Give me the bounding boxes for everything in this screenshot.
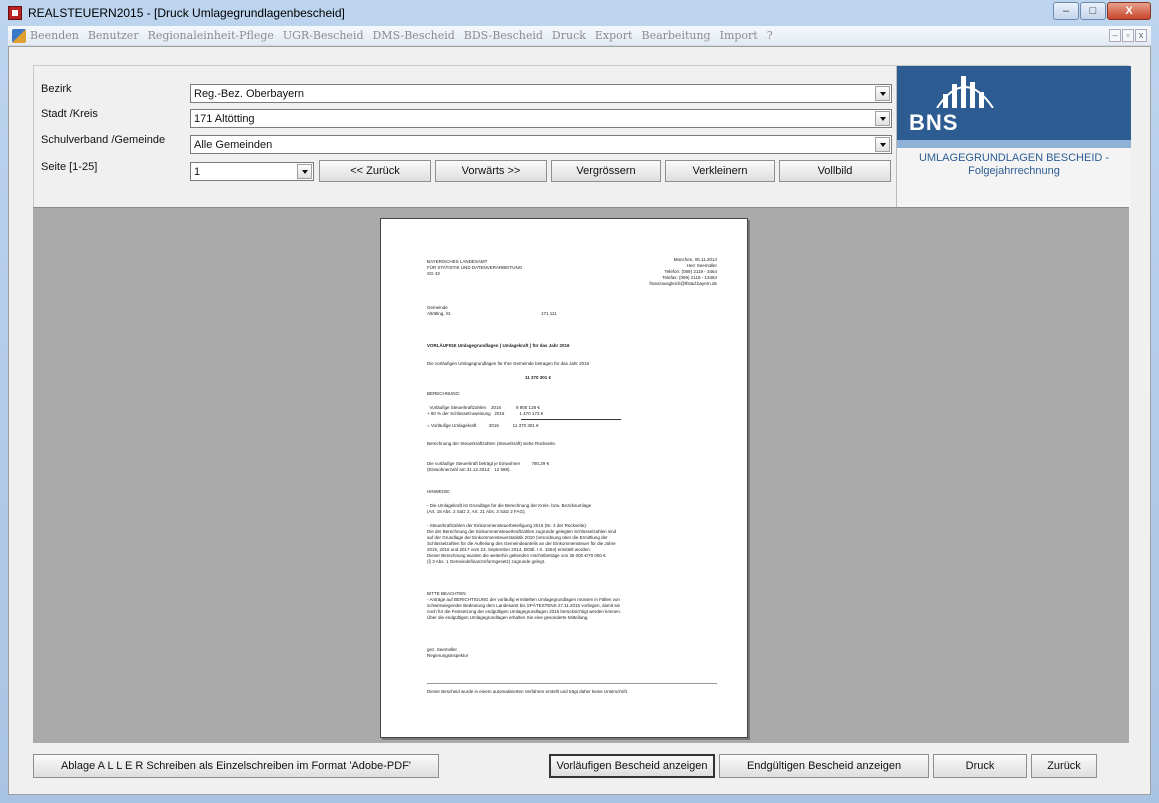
close-button[interactable]: X xyxy=(1107,2,1151,20)
doc-intro: Die vorläufigen Umlagegrundlagen für Ihr… xyxy=(427,361,590,366)
minimize-button[interactable]: – xyxy=(1053,2,1079,20)
logo-band xyxy=(897,140,1131,148)
chevron-down-icon[interactable] xyxy=(875,137,890,152)
schulverband-select[interactable]: Alle Gemeinden xyxy=(190,135,892,154)
menu-bar: Beenden Benutzer Regionaleinheit-Pflege … xyxy=(8,26,1151,46)
client-area: Bezirk Reg.-Bez. Oberbayern Stadt /Kreis… xyxy=(8,46,1151,795)
doc-calc-lines: Vorläufige Steuerkraftzahlen 2016 9 900 … xyxy=(427,405,544,428)
mdi-close-button[interactable]: x xyxy=(1135,29,1147,42)
window-controls: – □ X xyxy=(1052,2,1151,20)
doc-total: 11 370 301 € xyxy=(525,375,552,380)
doc-footer-rule xyxy=(427,683,717,684)
menu-dms-bescheid[interactable]: DMS-Bescheid xyxy=(372,29,454,42)
bezirk-select[interactable]: Reg.-Bez. Oberbayern xyxy=(190,84,892,103)
menu-regionaleinheit-pflege[interactable]: Regionaleinheit-Pflege xyxy=(148,29,274,42)
logo-caption-line1: UMLAGEGRUNDLAGEN BESCHEID - xyxy=(918,152,1110,164)
doc-footer: Dieser Bescheid wurde in einem automatis… xyxy=(427,689,629,694)
shrink-button[interactable]: Verkleinern xyxy=(665,160,775,182)
show-preliminary-button[interactable]: Vorläufigen Bescheid anzeigen xyxy=(549,754,715,778)
doc-per-capita: Die vorläufige Steuerkraft beträgt je Ei… xyxy=(427,461,550,472)
document-page[interactable]: BAYERISCHES LANDESAMT FÜR STATISTIK UND … xyxy=(380,218,748,738)
columns-icon xyxy=(936,76,994,108)
print-button[interactable]: Druck xyxy=(933,754,1027,778)
doc-signature: gez. Seemüller Regierungsinspektor xyxy=(427,647,469,658)
document-preview[interactable]: BAYERISCHES LANDESAMT FÜR STATISTIK UND … xyxy=(33,207,1129,743)
stadt-label: Stadt /Kreis xyxy=(41,108,98,120)
seite-label: Seite [1-25] xyxy=(41,161,98,173)
archive-all-pdf-button[interactable]: Ablage A L L E R Schreiben als Einzelsch… xyxy=(33,754,439,778)
fullscreen-button[interactable]: Vollbild xyxy=(779,160,891,182)
menu-ugr-bescheid[interactable]: UGR-Bescheid xyxy=(283,29,364,42)
title-bar[interactable]: REALSTEUERN2015 - [Druck Umlagegrundlage… xyxy=(0,0,1159,26)
back-page-button[interactable]: << Zurück xyxy=(319,160,431,182)
menu-benutzer[interactable]: Benutzer xyxy=(88,29,139,42)
doc-recipient-code: 171 111 xyxy=(541,311,557,316)
menu-bearbeitung[interactable]: Bearbeitung xyxy=(641,29,710,42)
mdi-child-icon[interactable] xyxy=(12,28,26,43)
chevron-down-icon[interactable] xyxy=(875,111,890,126)
doc-hints-heading: HINWEISE: xyxy=(427,489,451,494)
application-window: REALSTEUERN2015 - [Druck Umlagegrundlage… xyxy=(0,0,1159,803)
show-final-button[interactable]: Endgültigen Bescheid anzeigen xyxy=(719,754,929,778)
doc-contact: München, 06.11.2014 Herr Seemüller Telef… xyxy=(649,257,717,286)
doc-calc-rule xyxy=(521,419,621,420)
doc-recipient: Gemeinde Altötting, St. xyxy=(427,305,452,316)
mdi-minimize-button[interactable]: – xyxy=(1109,29,1121,42)
seite-select[interactable]: 1 xyxy=(190,162,314,181)
back-button[interactable]: Zurück xyxy=(1031,754,1097,778)
doc-calc-note: Berechnung der Steuerkraftzahlen (Steuer… xyxy=(427,441,557,446)
doc-subject: VORLÄUFIGE Umlagegrundlagen ( Umlagekraf… xyxy=(427,343,570,348)
menu-import[interactable]: Import xyxy=(720,29,758,42)
menu-help[interactable]: ? xyxy=(767,29,773,42)
logo-caption: UMLAGEGRUNDLAGEN BESCHEID - Folgejahrrec… xyxy=(897,152,1131,178)
logo-text: BNS xyxy=(909,110,959,135)
doc-notice-text: - Anträge auf BERICHTIGUNG der vorläufig… xyxy=(427,597,622,620)
forward-page-button[interactable]: Vorwärts >> xyxy=(435,160,547,182)
chevron-down-icon[interactable] xyxy=(875,86,890,101)
seite-value: 1 xyxy=(194,165,201,178)
menu-export[interactable]: Export xyxy=(595,29,633,42)
stadt-value: 171 Altötting xyxy=(194,112,255,125)
stadt-select[interactable]: 171 Altötting xyxy=(190,109,892,128)
window-title: REALSTEUERN2015 - [Druck Umlagegrundlage… xyxy=(28,6,345,20)
enlarge-button[interactable]: Vergrössern xyxy=(551,160,661,182)
menu-druck[interactable]: Druck xyxy=(552,29,586,42)
schulverband-label: Schulverband /Gemeinde xyxy=(41,134,166,146)
app-icon[interactable] xyxy=(8,6,22,20)
menu-beenden[interactable]: Beenden xyxy=(30,29,79,42)
doc-hint-2: - Steuerkraftzahlen der Einkommensteuerb… xyxy=(427,523,617,564)
bns-logo: BNS UMLAGEGRUNDLAGEN BESCHEID - Folgejah… xyxy=(896,66,1131,210)
chevron-down-icon[interactable] xyxy=(297,164,312,179)
bezirk-value: Reg.-Bez. Oberbayern xyxy=(194,87,305,100)
maximize-button[interactable]: □ xyxy=(1080,2,1106,20)
doc-sender: BAYERISCHES LANDESAMT FÜR STATISTIK UND … xyxy=(427,259,523,276)
logo-caption-line2: Folgejahrrechnung xyxy=(968,165,1060,177)
selection-panel: Bezirk Reg.-Bez. Oberbayern Stadt /Kreis… xyxy=(33,65,1131,210)
menu-bds-bescheid[interactable]: BDS-Bescheid xyxy=(464,29,543,42)
doc-hint-1: - Die Umlagekraft ist Grundlage für die … xyxy=(427,503,592,514)
bezirk-label: Bezirk xyxy=(41,83,72,95)
mdi-controls: – ▫ x xyxy=(1108,29,1147,42)
schulverband-value: Alle Gemeinden xyxy=(194,138,273,151)
mdi-restore-button[interactable]: ▫ xyxy=(1122,29,1134,42)
doc-calc-heading: BERECHNUNG: xyxy=(427,391,461,396)
